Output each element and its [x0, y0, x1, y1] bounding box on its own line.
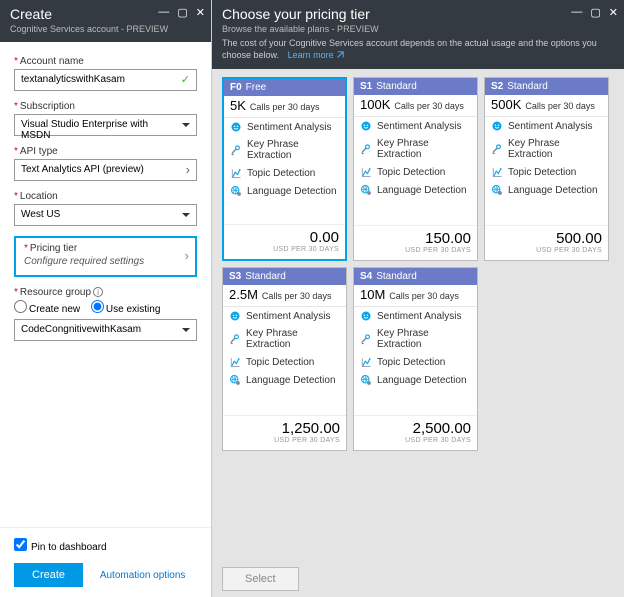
- tier-calls: 2.5MCalls per 30 days: [223, 285, 346, 307]
- tier-feature: Key Phrase Extraction: [223, 325, 346, 353]
- create-header: Create Cognitive Services account - PREV…: [0, 0, 211, 42]
- rg-create-new-radio[interactable]: Create new: [14, 304, 80, 315]
- tier-feature: Topic Detection: [223, 353, 346, 371]
- tier-feature: Sentiment Analysis: [354, 307, 477, 325]
- tier-feature: Key Phrase Extraction: [354, 135, 477, 163]
- resource-group-label: *Resource groupi: [14, 287, 197, 298]
- tier-feature: Language Detection: [354, 181, 477, 199]
- api-type-select[interactable]: Text Analytics API (preview): [14, 159, 197, 181]
- tier-feature: Key Phrase Extraction: [224, 136, 345, 164]
- minimize-icon[interactable]: —: [571, 6, 582, 19]
- tier-head: S2Standard: [485, 78, 608, 95]
- tier-feature: Key Phrase Extraction: [354, 325, 477, 353]
- tier-head: F0Free: [224, 79, 345, 96]
- tier-feature: Topic Detection: [354, 163, 477, 181]
- tier-price: 2,500.00USD PER 30 DAYS: [354, 415, 477, 450]
- tier-calls: 10MCalls per 30 days: [354, 285, 477, 307]
- pricing-subtitle: Browse the available plans - PREVIEW: [222, 24, 614, 34]
- tier-calls: 500KCalls per 30 days: [485, 95, 608, 117]
- tier-feature: Topic Detection: [485, 163, 608, 181]
- language-icon: [229, 374, 241, 386]
- tier-price: 0.00USD PER 30 DAYS: [224, 224, 345, 259]
- api-type-label: *API type: [14, 146, 197, 157]
- tier-feature: Sentiment Analysis: [223, 307, 346, 325]
- sentiment-icon: [360, 310, 372, 322]
- key-phrase-icon: [360, 143, 372, 155]
- create-subtitle: Cognitive Services account - PREVIEW: [10, 24, 201, 34]
- key-phrase-icon: [360, 333, 372, 345]
- location-select[interactable]: West US: [14, 204, 197, 226]
- maximize-icon[interactable]: ▢: [590, 6, 600, 19]
- sentiment-icon: [229, 310, 241, 322]
- sentiment-icon: [491, 120, 503, 132]
- tier-feature: Key Phrase Extraction: [485, 135, 608, 163]
- topic-icon: [360, 356, 372, 368]
- automation-options-link[interactable]: Automation options: [100, 570, 186, 581]
- select-button[interactable]: Select: [222, 567, 299, 591]
- pricing-panel: Choose your pricing tier Browse the avai…: [212, 0, 624, 597]
- tier-calls: 100KCalls per 30 days: [354, 95, 477, 117]
- pricing-header: Choose your pricing tier Browse the avai…: [212, 0, 624, 69]
- tier-calls: 5KCalls per 30 days: [224, 96, 345, 118]
- tier-feature: Sentiment Analysis: [354, 117, 477, 135]
- tier-head: S1Standard: [354, 78, 477, 95]
- tier-card-s4[interactable]: S4Standard 10MCalls per 30 days Sentimen…: [353, 267, 478, 451]
- tier-price: 150.00USD PER 30 DAYS: [354, 225, 477, 260]
- topic-icon: [230, 167, 242, 179]
- location-label: *Location: [14, 191, 197, 202]
- sentiment-icon: [230, 121, 242, 133]
- tier-feature: Language Detection: [354, 371, 477, 389]
- create-panel: Create Cognitive Services account - PREV…: [0, 0, 212, 597]
- tier-card-s3[interactable]: S3Standard 2.5MCalls per 30 days Sentime…: [222, 267, 347, 451]
- learn-more-link[interactable]: Learn more: [288, 50, 345, 60]
- account-name-input[interactable]: textanalyticswithKasam: [14, 69, 197, 91]
- topic-icon: [491, 166, 503, 178]
- topic-icon: [360, 166, 372, 178]
- maximize-icon[interactable]: ▢: [177, 6, 187, 19]
- tier-feature: Sentiment Analysis: [485, 117, 608, 135]
- tier-feature: Sentiment Analysis: [224, 118, 345, 136]
- tier-card-s1[interactable]: S1Standard 100KCalls per 30 days Sentime…: [353, 77, 478, 261]
- pin-to-dashboard-checkbox[interactable]: Pin to dashboard: [14, 538, 197, 553]
- tier-feature: Language Detection: [224, 182, 345, 200]
- subscription-select[interactable]: Visual Studio Enterprise with MSDN: [14, 114, 197, 136]
- tier-card-f0[interactable]: F0Free 5KCalls per 30 days Sentiment Ana…: [222, 77, 347, 261]
- tier-head: S3Standard: [223, 268, 346, 285]
- tier-feature: Topic Detection: [354, 353, 477, 371]
- language-icon: [360, 184, 372, 196]
- tier-price: 500.00USD PER 30 DAYS: [485, 225, 608, 260]
- key-phrase-icon: [229, 333, 241, 345]
- resource-group-select[interactable]: CodeCongnitivewithKasam: [14, 319, 197, 341]
- language-icon: [491, 184, 503, 196]
- key-phrase-icon: [491, 143, 503, 155]
- sentiment-icon: [360, 120, 372, 132]
- tier-price: 1,250.00USD PER 30 DAYS: [223, 415, 346, 450]
- close-icon[interactable]: ✕: [609, 6, 618, 19]
- tier-feature: Language Detection: [223, 371, 346, 389]
- help-icon[interactable]: i: [93, 287, 103, 297]
- tier-feature: Language Detection: [485, 181, 608, 199]
- account-name-label: *Account name: [14, 56, 197, 67]
- tiers-grid: F0Free 5KCalls per 30 days Sentiment Ana…: [222, 77, 614, 451]
- tier-head: S4Standard: [354, 268, 477, 285]
- language-icon: [360, 374, 372, 386]
- pricing-title: Choose your pricing tier: [222, 6, 614, 22]
- rg-use-existing-radio[interactable]: Use existing: [91, 304, 160, 315]
- pricing-desc: The cost of your Cognitive Services acco…: [222, 38, 597, 60]
- subscription-label: *Subscription: [14, 101, 197, 112]
- pricing-tier-button[interactable]: *Pricing tier Configure required setting…: [14, 236, 197, 277]
- language-icon: [230, 185, 242, 197]
- tier-card-s2[interactable]: S2Standard 500KCalls per 30 days Sentime…: [484, 77, 609, 261]
- key-phrase-icon: [230, 144, 242, 156]
- create-button[interactable]: Create: [14, 563, 83, 587]
- topic-icon: [229, 356, 241, 368]
- tier-feature: Topic Detection: [224, 164, 345, 182]
- minimize-icon[interactable]: —: [158, 6, 169, 19]
- close-icon[interactable]: ✕: [196, 6, 205, 19]
